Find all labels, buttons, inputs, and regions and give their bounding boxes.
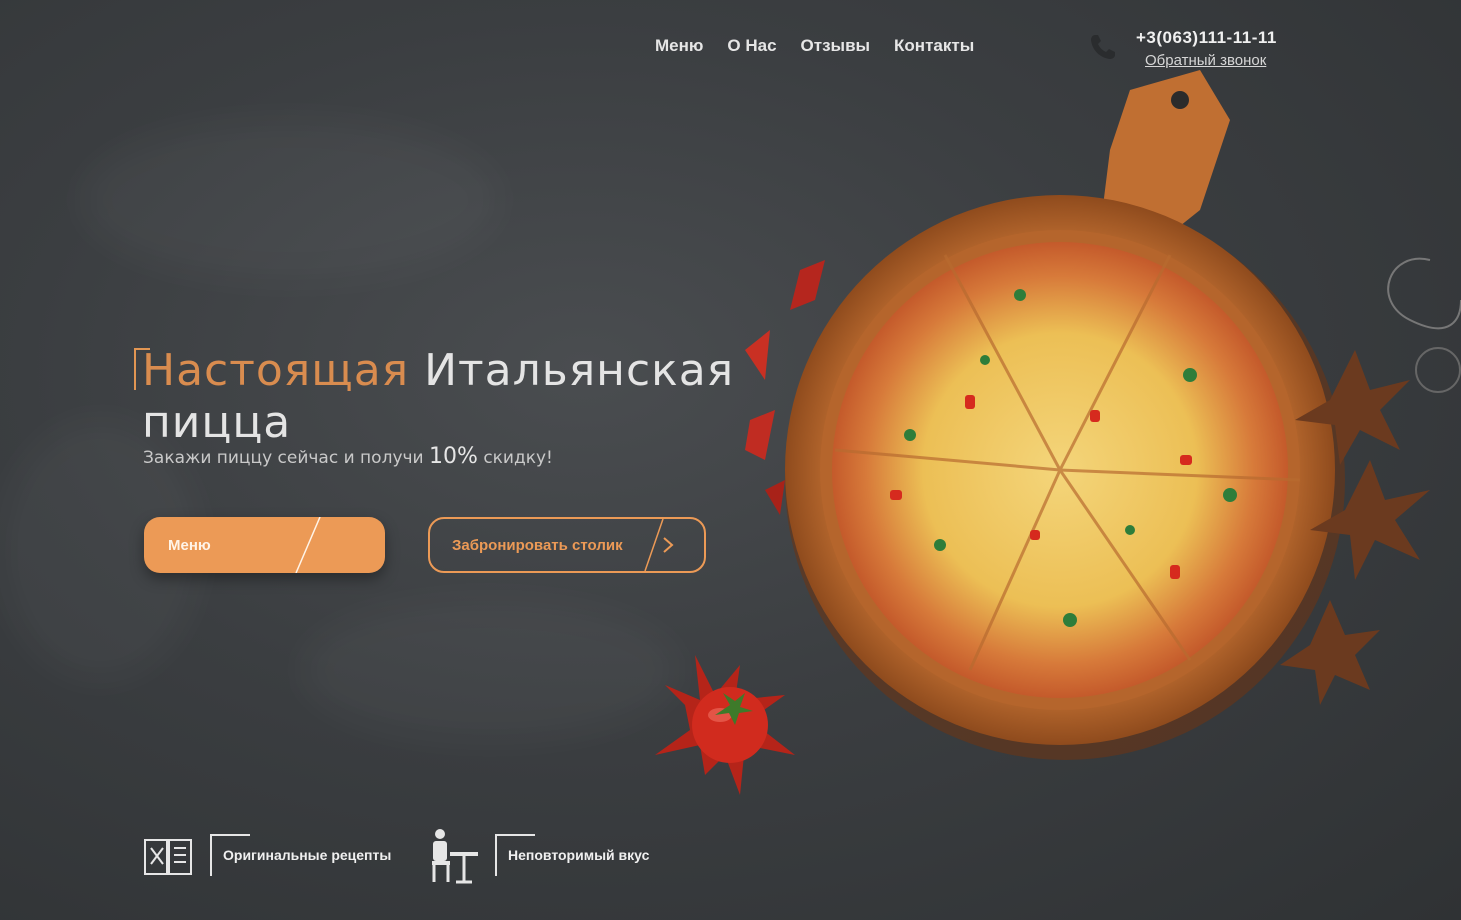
feature-unique-taste: Неповторимый вкус <box>508 847 650 863</box>
menu-button-label: Меню <box>168 537 211 554</box>
main-nav: Меню О Нас Отзывы Контакты <box>655 36 974 56</box>
hero-title-accent: Настоящая <box>142 345 410 396</box>
tomato-splash-image <box>655 655 795 795</box>
phone-number[interactable]: +3(063)111-11-11 <box>1136 28 1277 48</box>
book-table-button[interactable]: Забронировать столик <box>428 517 706 573</box>
diner-at-table-icon <box>432 829 478 884</box>
chalk-smudge <box>300 600 680 740</box>
menu-button[interactable]: Меню <box>144 517 385 573</box>
hero-title-line2: пицца <box>142 397 292 448</box>
book-table-button-label: Забронировать столик <box>452 537 623 554</box>
phone-icon <box>1091 35 1115 59</box>
recipe-book-icon <box>144 839 192 875</box>
hero-subtitle: Закажи пиццу сейчас и получи 10% скидку! <box>143 444 553 469</box>
nav-item-contacts[interactable]: Контакты <box>894 36 974 56</box>
hero-subtitle-after: скидку! <box>483 448 553 468</box>
nav-item-reviews[interactable]: Отзывы <box>801 36 871 56</box>
slash-decor-icon <box>295 517 321 573</box>
chalk-smudge <box>80 120 500 280</box>
hero-subtitle-before: Закажи пиццу сейчас и получи <box>143 448 424 468</box>
hero-title: Настоящая Итальянская пицца <box>142 345 734 449</box>
feature-original-recipes: Оригинальные рецепты <box>223 847 392 863</box>
pizza-board-image <box>745 70 1461 760</box>
nav-item-about[interactable]: О Нас <box>727 36 776 56</box>
chevron-right-icon <box>663 537 674 553</box>
hero-title-main: Итальянская <box>424 345 735 396</box>
nav-item-menu[interactable]: Меню <box>655 36 703 56</box>
discount-percent: 10% <box>429 444 478 469</box>
